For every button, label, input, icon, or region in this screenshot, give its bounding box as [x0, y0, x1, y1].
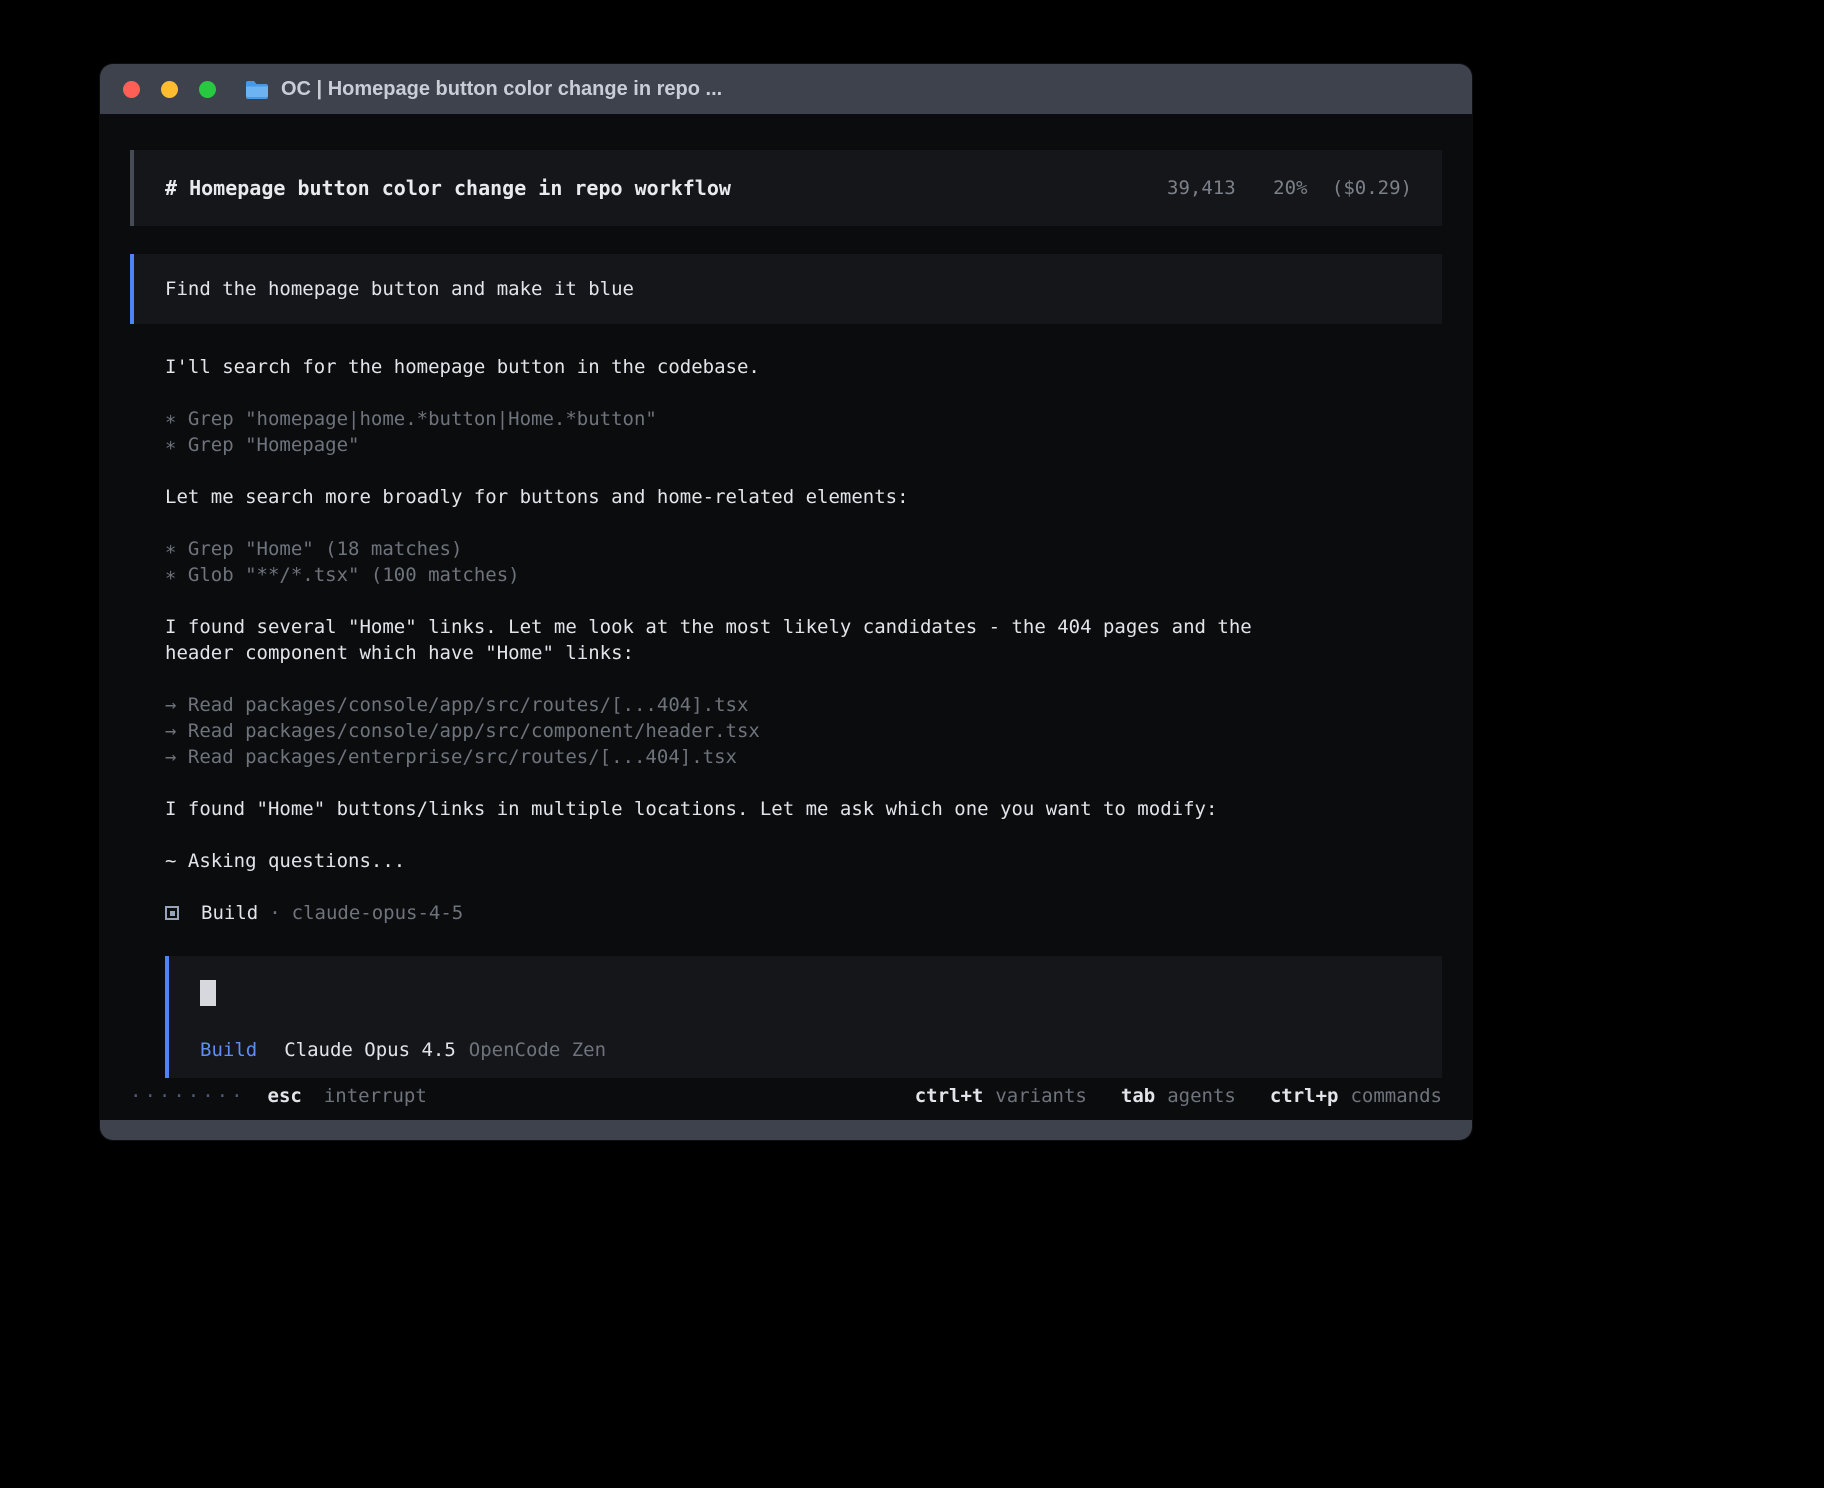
- read-tool-line: → Read packages/enterprise/src/routes/[.…: [165, 744, 1442, 770]
- model-name: claude-opus-4-5: [292, 900, 464, 926]
- shortcut-commands: ctrl+p commands: [1270, 1083, 1442, 1109]
- session-header: # Homepage button color change in repo w…: [130, 150, 1442, 226]
- assistant-message-asking-questions: ~ Asking questions...: [165, 848, 1275, 874]
- status-bar: ········ esc interrupt ctrl+t variants t…: [130, 1078, 1442, 1120]
- read-tool-line: → Read packages/console/app/src/componen…: [165, 718, 1442, 744]
- user-message: Find the homepage button and make it blu…: [130, 254, 1442, 324]
- terminal-window: OC | Homepage button color change in rep…: [100, 64, 1472, 1140]
- token-count: 39,413: [1167, 177, 1236, 199]
- agent-name: Build: [201, 900, 258, 926]
- tool-call-group-grep: ∗ Grep "homepage|home.*button|Home.*butt…: [165, 406, 1442, 458]
- grep-tool-line: ∗ Grep "Homepage": [165, 432, 1442, 458]
- minimize-button[interactable]: [161, 81, 178, 98]
- shortcut-commands-key: ctrl+p: [1270, 1083, 1339, 1109]
- assistant-message-candidates: I found several "Home" links. Let me loo…: [165, 614, 1275, 666]
- grep-tool-line: ∗ Grep "homepage|home.*button|Home.*butt…: [165, 406, 1442, 432]
- agent-status-icon: [165, 906, 179, 920]
- spinner-dots: ········: [130, 1083, 246, 1109]
- esc-key: esc: [268, 1083, 302, 1109]
- window-bottom-frame: [100, 1120, 1472, 1140]
- title-group: OC | Homepage button color change in rep…: [245, 78, 722, 101]
- input-model-label[interactable]: Claude Opus 4.5: [284, 1037, 456, 1063]
- input-agent-label[interactable]: Build: [200, 1037, 257, 1063]
- session-transcript: # Homepage button color change in repo w…: [130, 150, 1442, 1078]
- assistant-message-ask: I found "Home" buttons/links in multiple…: [165, 796, 1275, 822]
- folder-icon: [245, 80, 269, 99]
- session-title: # Homepage button color change in repo w…: [165, 175, 731, 201]
- terminal-body: # Homepage button color change in repo w…: [100, 114, 1472, 1120]
- grep-tool-line: ∗ Grep "Home" (18 matches): [165, 536, 1442, 562]
- assistant-response: I'll search for the homepage button in t…: [130, 354, 1442, 1078]
- zoom-button[interactable]: [199, 81, 216, 98]
- status-bar-right: ctrl+t variants tab agents ctrl+p comman…: [915, 1083, 1442, 1109]
- traffic-lights: [123, 81, 216, 98]
- text-cursor: [200, 980, 216, 1006]
- esc-label: interrupt: [324, 1083, 427, 1109]
- assistant-message-broader: Let me search more broadly for buttons a…: [165, 484, 1275, 510]
- shortcut-variants-label: variants: [995, 1083, 1087, 1109]
- prompt-input[interactable]: Build Claude Opus 4.5 OpenCode Zen: [165, 956, 1442, 1078]
- shortcut-variants: ctrl+t variants: [915, 1083, 1087, 1109]
- close-button[interactable]: [123, 81, 140, 98]
- session-cost: ($0.29): [1332, 177, 1412, 199]
- session-stats: 39,413 20% ($0.29): [1167, 175, 1412, 201]
- tool-call-group-search: ∗ Grep "Home" (18 matches) ∗ Glob "**/*.…: [165, 536, 1442, 588]
- window-title: OC | Homepage button color change in rep…: [281, 78, 722, 101]
- shortcut-agents-label: agents: [1167, 1083, 1236, 1109]
- titlebar[interactable]: OC | Homepage button color change in rep…: [100, 64, 1472, 114]
- tool-call-group-read: → Read packages/console/app/src/routes/[…: [165, 692, 1442, 770]
- shortcut-agents: tab agents: [1121, 1083, 1236, 1109]
- status-bar-left: ········ esc interrupt: [130, 1083, 427, 1109]
- assistant-message-search: I'll search for the homepage button in t…: [165, 354, 1275, 380]
- shortcut-variants-key: ctrl+t: [915, 1083, 984, 1109]
- shortcut-commands-label: commands: [1350, 1083, 1442, 1109]
- read-tool-line: → Read packages/console/app/src/routes/[…: [165, 692, 1442, 718]
- input-meta-row: Build Claude Opus 4.5 OpenCode Zen: [200, 1037, 1412, 1063]
- shortcut-agents-key: tab: [1121, 1083, 1155, 1109]
- agent-status-line: Build · claude-opus-4-5: [165, 900, 1442, 926]
- glob-tool-line: ∗ Glob "**/*.tsx" (100 matches): [165, 562, 1442, 588]
- input-provider-label: OpenCode Zen: [469, 1037, 606, 1063]
- context-percent: 20%: [1273, 177, 1307, 199]
- dot-separator: ·: [269, 900, 280, 926]
- user-message-text: Find the homepage button and make it blu…: [165, 278, 634, 300]
